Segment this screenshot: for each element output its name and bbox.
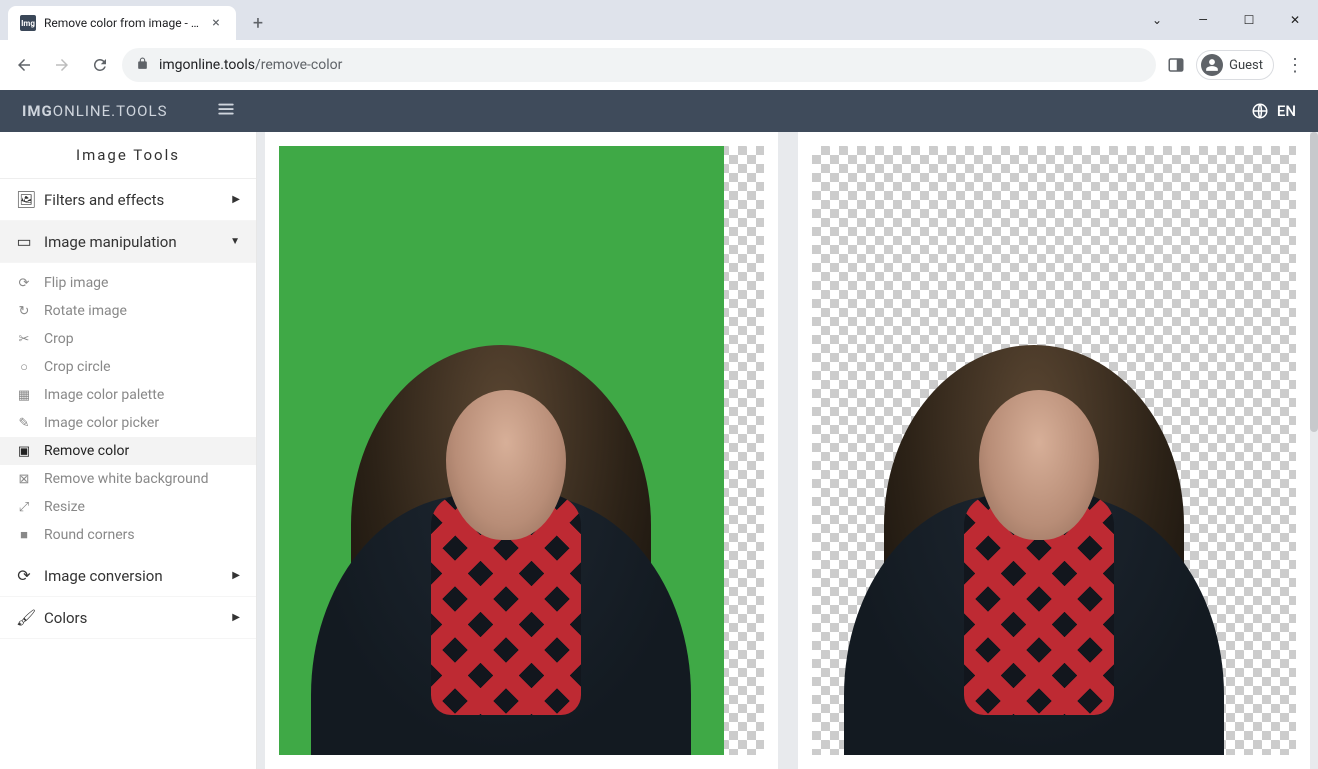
page-scrollbar[interactable] (1310, 132, 1318, 432)
tab-strip: Img Remove color from image - onlin × + … (0, 0, 1318, 40)
reload-icon (91, 56, 109, 74)
main-content (257, 132, 1318, 769)
rotate-icon: ↻ (16, 304, 32, 319)
sidebar-category-manipulation[interactable]: ▭ Image manipulation ▼ (0, 221, 256, 263)
minimize-button[interactable]: — (1180, 4, 1226, 36)
window-controls: ⌄ — ☐ ✕ (1134, 0, 1318, 40)
browser-chrome: Img Remove color from image - onlin × + … (0, 0, 1318, 90)
sidebar-title: Image Tools (0, 132, 256, 179)
brand-logo[interactable]: IMGONLINE.TOOLS (22, 102, 167, 120)
app-header: IMGONLINE.TOOLS EN (0, 90, 1318, 132)
resize-icon: ⤢ (16, 500, 32, 515)
address-bar[interactable]: imgonline.tools/remove-color (122, 48, 1156, 82)
profile-label: Guest (1229, 58, 1263, 73)
language-label: EN (1277, 102, 1296, 120)
output-image[interactable] (812, 146, 1297, 755)
forward-button[interactable] (46, 49, 78, 81)
square-x-icon: ▣ (16, 444, 32, 459)
crop-icon: ✂ (16, 332, 32, 347)
toolbar: imgonline.tools/remove-color Guest ⋮ (0, 40, 1318, 90)
maximize-button[interactable]: ☐ (1226, 4, 1272, 36)
sidebar-item-round[interactable]: ■Round corners (0, 521, 256, 549)
sidebar-item-resize[interactable]: ⤢Resize (0, 493, 256, 521)
menu-toggle[interactable] (217, 100, 235, 122)
screen-icon: ▭ (16, 232, 32, 251)
sidebar-item-remove-white[interactable]: ⊠Remove white background (0, 465, 256, 493)
chevron-down-icon[interactable]: ⌄ (1134, 4, 1180, 36)
refresh-icon: ⟳ (16, 566, 32, 585)
refresh-icon: ⟳ (16, 276, 32, 291)
avatar-icon (1201, 54, 1223, 76)
globe-icon (1251, 102, 1269, 120)
sidebar-item-crop[interactable]: ✂Crop (0, 325, 256, 353)
back-button[interactable] (8, 49, 40, 81)
tab-title: Remove color from image - onlin (44, 16, 200, 30)
side-panel-button[interactable] (1162, 51, 1190, 79)
circle-icon: ○ (16, 359, 32, 375)
image-icon: 🖼 (16, 190, 32, 209)
square-icon: ■ (16, 527, 32, 543)
manipulation-items: ⟳Flip image ↻Rotate image ✂Crop ○Crop ci… (0, 263, 256, 555)
chevron-right-icon: ▶ (232, 612, 240, 623)
sidebar-item-picker[interactable]: ✎Image color picker (0, 409, 256, 437)
eyedropper-icon: ✎ (16, 416, 32, 431)
photo-subject (301, 235, 701, 755)
sidebar-item-flip[interactable]: ⟳Flip image (0, 269, 256, 297)
close-window-button[interactable]: ✕ (1272, 4, 1318, 36)
reload-button[interactable] (84, 49, 116, 81)
arrow-right-icon (53, 56, 71, 74)
square-x-icon: ⊠ (16, 472, 32, 487)
chevron-right-icon: ▶ (232, 570, 240, 581)
input-image-panel (265, 132, 778, 769)
sidebar-category-filters[interactable]: 🖼 Filters and effects ▶ (0, 179, 256, 221)
brush-icon: 🖌 (16, 608, 32, 627)
language-selector[interactable]: EN (1251, 102, 1296, 120)
arrow-left-icon (15, 56, 33, 74)
browser-menu-button[interactable]: ⋮ (1280, 55, 1310, 76)
sidebar: Image Tools 🖼 Filters and effects ▶ ▭ Im… (0, 132, 257, 769)
lock-icon (136, 57, 149, 73)
output-image-panel (798, 132, 1311, 769)
hamburger-icon (217, 100, 235, 118)
url-text: imgonline.tools/remove-color (159, 57, 342, 73)
sidebar-item-crop-circle[interactable]: ○Crop circle (0, 353, 256, 381)
sidebar-item-remove-color[interactable]: ▣Remove color (0, 437, 256, 465)
input-image[interactable] (279, 146, 764, 755)
new-tab-button[interactable]: + (244, 9, 272, 37)
sidebar-category-colors[interactable]: 🖌 Colors ▶ (0, 597, 256, 639)
sidebar-item-rotate[interactable]: ↻Rotate image (0, 297, 256, 325)
panel-icon (1167, 56, 1185, 74)
palette-icon: ▦ (16, 388, 32, 403)
tab-close-icon[interactable]: × (208, 15, 224, 31)
browser-tab[interactable]: Img Remove color from image - onlin × (8, 6, 236, 40)
chevron-right-icon: ▶ (232, 194, 240, 205)
app-body: Image Tools 🖼 Filters and effects ▶ ▭ Im… (0, 132, 1318, 769)
sidebar-item-palette[interactable]: ▦Image color palette (0, 381, 256, 409)
photo-subject-out (834, 235, 1234, 755)
chevron-down-icon: ▼ (230, 236, 240, 247)
profile-chip[interactable]: Guest (1196, 50, 1274, 80)
favicon: Img (20, 15, 36, 31)
sidebar-category-conversion[interactable]: ⟳ Image conversion ▶ (0, 555, 256, 597)
